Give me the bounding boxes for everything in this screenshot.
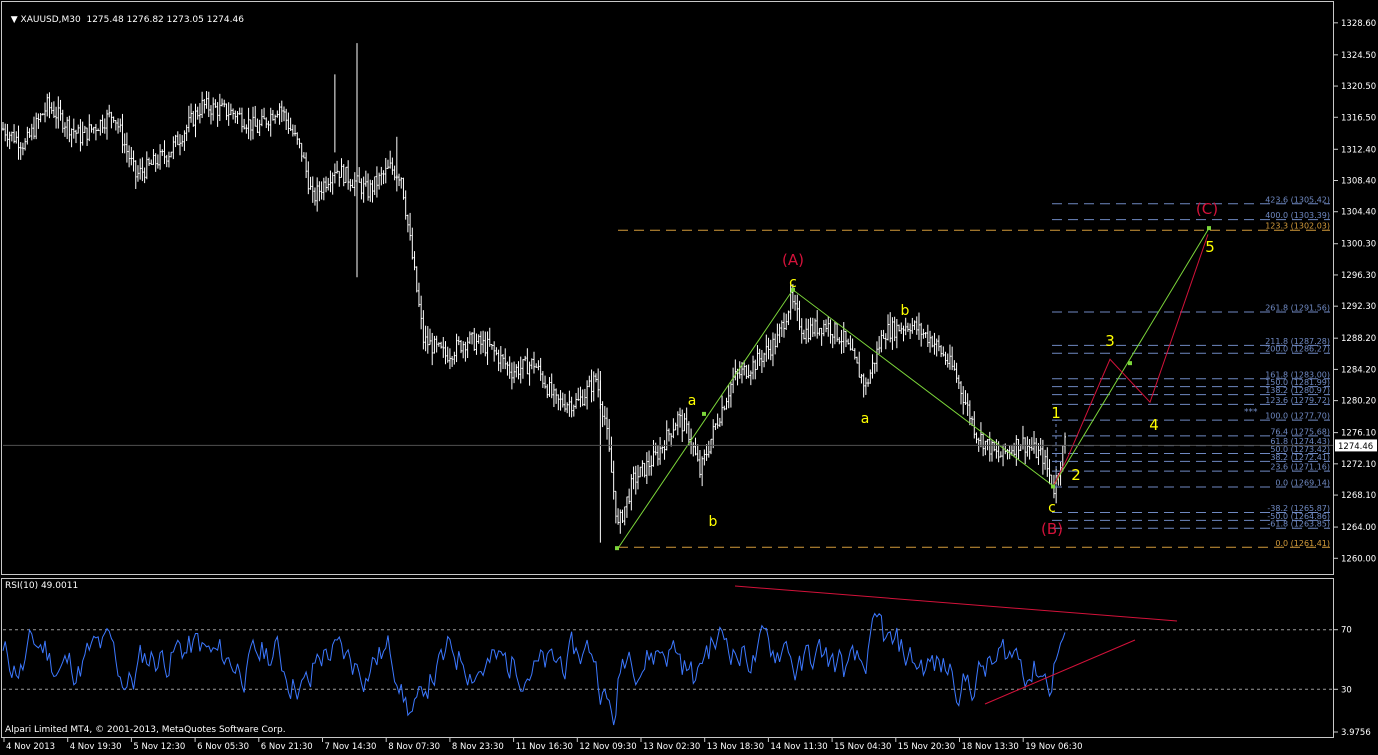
rsi-tick-label: 70: [1341, 626, 1352, 636]
y-tick-label: 1308.40: [1341, 177, 1376, 187]
y-tick-label: 1292.30: [1341, 302, 1376, 312]
wave-label: 4: [1149, 416, 1159, 434]
wave-label: (B): [1041, 520, 1063, 538]
fib-level-label: 0.0 (1269.14): [1275, 478, 1330, 487]
x-tick-label: 12 Nov 09:30: [579, 742, 636, 752]
fib-level-label: 200.0 (1286.27): [1265, 345, 1330, 354]
menu-triangle-icon[interactable]: ▼: [11, 15, 21, 25]
x-tick-label: 6 Nov 21:30: [261, 742, 313, 752]
wave-label: 2: [1071, 466, 1081, 484]
y-tick-label: 1288.20: [1341, 334, 1376, 344]
fib-level-label: 423.6 (1305.42): [1265, 195, 1330, 204]
wave-label: (A): [782, 251, 804, 269]
fib-level-label: 138.2 (1280.97): [1265, 386, 1330, 395]
fib-level-label: 38.2 (1272.41): [1270, 453, 1330, 462]
wave-label: a: [688, 393, 697, 409]
wave-label: (C): [1196, 200, 1218, 218]
copyright-label: Alpari Limited MT4, © 2001-2013, MetaQuo…: [5, 725, 286, 735]
chart-canvas[interactable]: 423.6 (1305.42) 400.0 (1303.39) 123.3 (130…: [0, 0, 1378, 755]
fib-marker: ***: [1244, 408, 1258, 418]
wave-point-marker: [702, 411, 706, 416]
y-tick-label: 1300.30: [1341, 240, 1376, 250]
x-tick-label: 11 Nov 16:30: [516, 742, 573, 752]
x-tick-label: 15 Nov 20:30: [898, 742, 955, 752]
wave-point-marker: [1051, 484, 1055, 489]
x-tick-label: 7 Nov 14:30: [325, 742, 377, 752]
y-tick-label: 1272.10: [1341, 460, 1376, 470]
y-tick-label: 1284.20: [1341, 365, 1376, 375]
fib-level-label: 400.0 (1303.39): [1265, 211, 1330, 220]
fib-level-label: 76.4 (1275.68): [1270, 427, 1330, 436]
fib-level-label: 123.6 (1279.72): [1265, 396, 1330, 405]
wave-point-marker: [615, 546, 619, 551]
fib-level-label: 23.6 (1271.16): [1270, 463, 1330, 472]
y-tick-label: 1320.50: [1341, 82, 1376, 92]
x-tick-label: 5 Nov 12:30: [133, 742, 185, 752]
fib-level-label: 0.0 (1261.41): [1275, 539, 1330, 548]
y-tick-label: 1280.20: [1341, 397, 1376, 407]
wave-label: c: [789, 275, 797, 291]
wave-point-marker: [1128, 361, 1132, 366]
x-tick-label: 6 Nov 05:30: [197, 742, 249, 752]
wave-point-marker: [1207, 226, 1211, 231]
symbol-header: ▼ XAUUSD,M30 1275.48 1276.82 1273.05 127…: [5, 5, 244, 25]
wave-label: b: [709, 514, 718, 530]
fib-level-label: -61.8 (1263.85): [1267, 520, 1330, 529]
fib-level-label: 261.8 (1291.56): [1265, 303, 1330, 312]
x-tick-label: 15 Nov 04:30: [834, 742, 891, 752]
y-tick-label: 1324.50: [1341, 51, 1376, 61]
wave-label: c: [1048, 500, 1056, 516]
y-tick-label: 1264.00: [1341, 523, 1376, 533]
symbol-label: XAUUSD,M30: [20, 15, 81, 25]
rsi-header: RSI(10) 49.0011: [5, 581, 79, 591]
y-tick-label: 1328.60: [1341, 19, 1376, 29]
wave-label: 3: [1105, 332, 1115, 350]
wave-label: b: [901, 303, 910, 319]
x-tick-label: 13 Nov 18:30: [707, 742, 764, 752]
x-tick-label: 8 Nov 23:30: [452, 742, 504, 752]
y-tick-label: 1304.40: [1341, 208, 1376, 218]
y-tick-label: 1316.50: [1341, 113, 1376, 123]
x-tick-label: 19 Nov 06:30: [1025, 742, 1082, 752]
rsi-tick-label: 3.9756: [1341, 728, 1371, 738]
wave-label: a: [861, 411, 870, 427]
ohlc-label: 1275.48 1276.82 1273.05 1274.46: [86, 15, 244, 25]
y-tick-label: 1276.10: [1341, 429, 1376, 439]
wave-label: 5: [1205, 238, 1215, 256]
y-tick-label: 1296.30: [1341, 271, 1376, 281]
y-tick-label: 1312.40: [1341, 145, 1376, 155]
fib-level-label: 123.3 (1302.03): [1265, 222, 1330, 231]
last-price-label: 1274.46: [1338, 442, 1373, 452]
rsi-tick-label: 30: [1341, 685, 1352, 695]
x-tick-label: 4 Nov 19:30: [70, 742, 122, 752]
y-tick-label: 1268.10: [1341, 491, 1376, 501]
y-tick-label: 1260.00: [1341, 554, 1376, 564]
wave-label: 1: [1051, 404, 1061, 422]
x-tick-label: 4 Nov 2013: [6, 742, 55, 752]
x-tick-label: 13 Nov 02:30: [643, 742, 700, 752]
x-tick-label: 8 Nov 07:30: [388, 742, 440, 752]
x-tick-label: 14 Nov 11:30: [770, 742, 827, 752]
x-tick-label: 18 Nov 13:30: [962, 742, 1019, 752]
fib-level-label: 100.0 (1277.70): [1265, 412, 1330, 421]
